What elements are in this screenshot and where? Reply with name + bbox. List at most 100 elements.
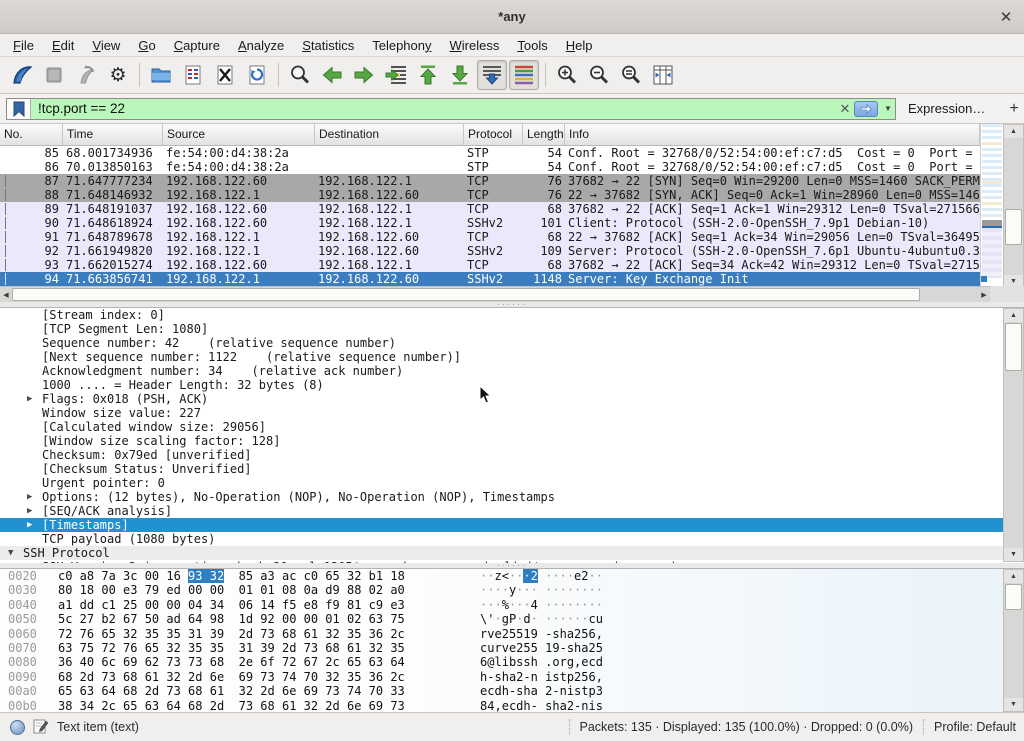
scroll-right-icon[interactable]: ▶ bbox=[978, 287, 990, 302]
packet-row-85[interactable]: 8568.001734936fe:54:00:d4:38:2aSTP54Conf… bbox=[0, 146, 980, 160]
scroll-down-icon[interactable]: ▼ bbox=[1004, 698, 1023, 711]
scroll-thumb[interactable] bbox=[1005, 323, 1022, 371]
capture-comment-icon[interactable] bbox=[33, 718, 49, 737]
start-capture-icon[interactable] bbox=[7, 60, 37, 90]
expand-icon[interactable]: ▶ bbox=[27, 504, 32, 518]
hex-row-00b0[interactable]: 00b038 34 2c 65 63 64 68 2d 73 68 61 32 … bbox=[0, 699, 1024, 712]
column-header-destination[interactable]: Destination bbox=[315, 124, 464, 145]
detail-line[interactable]: ▶[Timestamps] bbox=[0, 518, 1024, 532]
detail-line[interactable]: Window size value: 227 bbox=[0, 406, 1024, 420]
detail-line[interactable]: Acknowledgment number: 34 (relative ack … bbox=[0, 364, 1024, 378]
detail-line[interactable]: ▶[SEQ/ACK analysis] bbox=[0, 504, 1024, 518]
display-filter-input[interactable]: !tcp.port == 22 ✕ ▼ bbox=[6, 98, 896, 120]
detail-line[interactable]: Urgent pointer: 0 bbox=[0, 476, 1024, 490]
menu-view[interactable]: View bbox=[83, 35, 129, 56]
go-to-packet-icon[interactable] bbox=[381, 60, 411, 90]
scroll-down-icon[interactable]: ▼ bbox=[1004, 548, 1023, 561]
detail-line[interactable]: [Checksum Status: Unverified] bbox=[0, 462, 1024, 476]
menu-statistics[interactable]: Statistics bbox=[293, 35, 363, 56]
go-back-icon[interactable] bbox=[317, 60, 347, 90]
scroll-thumb[interactable] bbox=[1005, 209, 1022, 245]
column-header-no[interactable]: No. bbox=[0, 124, 63, 145]
hscroll-thumb[interactable] bbox=[12, 288, 920, 301]
detail-line[interactable]: ▶Flags: 0x018 (PSH, ACK) bbox=[0, 392, 1024, 406]
detail-line[interactable]: ▼SSH Protocol bbox=[0, 546, 1024, 560]
colorize-icon[interactable] bbox=[509, 60, 539, 90]
restart-capture-icon[interactable] bbox=[71, 60, 101, 90]
detail-line[interactable]: [Window size scaling factor: 128] bbox=[0, 434, 1024, 448]
zoom-out-icon[interactable] bbox=[584, 60, 614, 90]
column-header-length[interactable]: Length bbox=[523, 124, 565, 145]
detail-line[interactable]: TCP payload (1080 bytes) bbox=[0, 532, 1024, 546]
menu-file[interactable]: File bbox=[4, 35, 43, 56]
column-header-info[interactable]: Info bbox=[565, 124, 980, 145]
scroll-up-icon[interactable]: ▲ bbox=[1004, 309, 1023, 322]
menu-telephony[interactable]: Telephony bbox=[363, 35, 440, 56]
intelligent-scrollbar-minimap[interactable] bbox=[980, 124, 1003, 289]
scroll-up-icon[interactable]: ▲ bbox=[1004, 570, 1023, 583]
stop-capture-icon[interactable] bbox=[39, 60, 69, 90]
open-file-icon[interactable] bbox=[146, 60, 176, 90]
detail-line[interactable]: ▶Options: (12 bytes), No-Operation (NOP)… bbox=[0, 490, 1024, 504]
packet-row-90[interactable]: 9071.648618924192.168.122.60192.168.122.… bbox=[0, 216, 980, 230]
filter-clear-icon[interactable]: ✕ bbox=[836, 101, 854, 117]
scroll-left-icon[interactable]: ◀ bbox=[0, 287, 12, 302]
save-file-icon[interactable] bbox=[178, 60, 208, 90]
menu-tools[interactable]: Tools bbox=[508, 35, 556, 56]
packet-row-91[interactable]: 9171.648789678192.168.122.1192.168.122.6… bbox=[0, 230, 980, 244]
go-last-icon[interactable] bbox=[445, 60, 475, 90]
scroll-up-icon[interactable]: ▲ bbox=[1004, 125, 1023, 138]
hex-row-0050[interactable]: 00505c 27 b2 67 50 ad 64 98 1d 92 00 00 … bbox=[0, 612, 1024, 626]
detail-line[interactable]: Checksum: 0x79ed [unverified] bbox=[0, 448, 1024, 462]
bytes-vscrollbar[interactable]: ▲ ▼ bbox=[1003, 569, 1024, 712]
packet-row-93[interactable]: 9371.662015274192.168.122.60192.168.122.… bbox=[0, 258, 980, 272]
expand-icon[interactable]: ▶ bbox=[27, 518, 32, 532]
menu-go[interactable]: Go bbox=[129, 35, 164, 56]
close-file-icon[interactable] bbox=[210, 60, 240, 90]
packet-row-92[interactable]: 9271.661949820192.168.122.1192.168.122.6… bbox=[0, 244, 980, 258]
expert-info-icon[interactable] bbox=[10, 720, 25, 735]
packet-list-vscrollbar[interactable]: ▲ ▼ bbox=[1003, 124, 1024, 289]
packet-row-94[interactable]: 9471.663856741192.168.122.1192.168.122.6… bbox=[0, 272, 980, 286]
add-filter-button[interactable]: + bbox=[1009, 100, 1018, 118]
detail-line[interactable]: [Next sequence number: 1122 (relative se… bbox=[0, 350, 1024, 364]
hex-row-0070[interactable]: 007063 75 72 76 65 32 35 35 31 39 2d 73 … bbox=[0, 641, 1024, 655]
reload-file-icon[interactable] bbox=[242, 60, 272, 90]
filter-value[interactable]: !tcp.port == 22 bbox=[31, 101, 836, 116]
packet-list-hscrollbar[interactable]: ◀ ▶ bbox=[0, 286, 990, 302]
hex-row-00a0[interactable]: 00a065 63 64 68 2d 73 68 61 32 2d 6e 69 … bbox=[0, 684, 1024, 698]
scroll-thumb[interactable] bbox=[1005, 584, 1022, 610]
go-first-icon[interactable] bbox=[413, 60, 443, 90]
detail-line[interactable]: Sequence number: 42 (relative sequence n… bbox=[0, 336, 1024, 350]
detail-line[interactable]: [TCP Segment Len: 1080] bbox=[0, 322, 1024, 336]
packet-row-87[interactable]: 8771.647777234192.168.122.60192.168.122.… bbox=[0, 174, 980, 188]
column-header-time[interactable]: Time bbox=[63, 124, 163, 145]
filter-dropdown-icon[interactable]: ▼ bbox=[881, 104, 895, 113]
column-header-protocol[interactable]: Protocol bbox=[464, 124, 523, 145]
zoom-reset-icon[interactable] bbox=[616, 60, 646, 90]
menu-edit[interactable]: Edit bbox=[43, 35, 83, 56]
status-profile[interactable]: Profile: Default bbox=[934, 720, 1016, 734]
zoom-in-icon[interactable] bbox=[552, 60, 582, 90]
details-vscrollbar[interactable]: ▲ ▼ bbox=[1003, 308, 1024, 562]
menu-help[interactable]: Help bbox=[557, 35, 602, 56]
detail-line[interactable]: 1000 .... = Header Length: 32 bytes (8) bbox=[0, 378, 1024, 392]
hex-row-0040[interactable]: 0040a1 dd c1 25 00 00 04 34 06 14 f5 e8 … bbox=[0, 598, 1024, 612]
resize-columns-icon[interactable] bbox=[648, 60, 678, 90]
filter-bookmark-icon[interactable] bbox=[7, 99, 31, 119]
collapse-icon[interactable]: ▼ bbox=[8, 546, 13, 560]
auto-scroll-icon[interactable] bbox=[477, 60, 507, 90]
packet-row-86[interactable]: 8670.013850163fe:54:00:d4:38:2aSTP54Conf… bbox=[0, 160, 980, 174]
detail-line[interactable]: [Stream index: 0] bbox=[0, 308, 1024, 322]
menu-analyze[interactable]: Analyze bbox=[229, 35, 293, 56]
packet-row-89[interactable]: 8971.648191037192.168.122.60192.168.122.… bbox=[0, 202, 980, 216]
find-packet-icon[interactable] bbox=[285, 60, 315, 90]
detail-line[interactable]: [Calculated window size: 29056] bbox=[0, 420, 1024, 434]
menu-capture[interactable]: Capture bbox=[165, 35, 229, 56]
close-icon[interactable]: ✕ bbox=[996, 7, 1016, 27]
expression-button[interactable]: Expression… bbox=[908, 101, 985, 116]
expand-icon[interactable]: ▶ bbox=[27, 392, 32, 406]
packet-row-88[interactable]: 8871.648146932192.168.122.1192.168.122.6… bbox=[0, 188, 980, 202]
filter-apply-icon[interactable] bbox=[854, 101, 878, 117]
expand-icon[interactable]: ▶ bbox=[27, 490, 32, 504]
